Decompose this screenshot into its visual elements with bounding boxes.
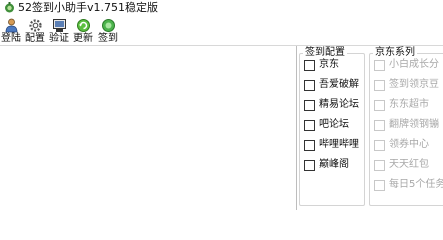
login-button[interactable]: 登陆 — [0, 17, 22, 45]
checkbox-box — [374, 120, 385, 131]
config-button-label: 配置 — [25, 33, 45, 44]
checkbox-label: 精易论坛 — [319, 99, 359, 110]
settings-panel: 签到配置 京东 吾爱破解 精易论坛 吧论坛 哔哩哔哩 巅峰阁 京东系列 小白成长… — [297, 46, 443, 210]
window-title: 52签到小助手v1.751稳定版 — [18, 1, 158, 14]
verify-icon — [52, 19, 66, 32]
checkbox-box — [374, 160, 385, 171]
checkbox-box — [374, 180, 385, 191]
log-output-area[interactable] — [0, 46, 297, 210]
signin-config-title: 签到配置 — [303, 46, 347, 59]
user-icon — [5, 18, 17, 33]
checkin-button-label: 签到 — [98, 33, 118, 44]
checkbox-box[interactable] — [304, 60, 315, 71]
jd-series-title: 京东系列 — [373, 46, 417, 59]
checkbox-label: 天天红包 — [389, 159, 429, 170]
checkbox-box[interactable] — [304, 140, 315, 151]
checkbox-label: 签到领京豆 — [389, 79, 439, 90]
checkbox-box — [374, 140, 385, 151]
app-icon — [5, 2, 14, 13]
refresh-icon — [76, 19, 90, 32]
gear-icon — [28, 19, 42, 32]
checkbox-box[interactable] — [304, 100, 315, 111]
jd-series-group: 京东系列 小白成长分 签到领京豆 东东超市 翻牌领钢镚 领券中心 天天红包 每日… — [369, 46, 443, 206]
verify-button[interactable]: 验证 — [48, 17, 70, 45]
checkbox-label: 哔哩哔哩 — [319, 139, 359, 150]
checkbox-label: 东东超市 — [389, 99, 429, 110]
toolbar: 登陆 配置 验证 更新 签到 — [0, 17, 443, 46]
checkbox-label: 每日5个任务 f — [389, 179, 443, 190]
update-button[interactable]: 更新 — [72, 17, 94, 45]
checkin-icon — [101, 19, 115, 32]
update-button-label: 更新 — [73, 33, 93, 44]
checkbox-label: 京东 — [319, 59, 339, 70]
checkin-button[interactable]: 签到 — [96, 17, 120, 45]
checkbox-box — [374, 80, 385, 91]
config-button[interactable]: 配置 — [24, 17, 46, 45]
checkbox-box — [374, 100, 385, 111]
login-button-label: 登陆 — [1, 33, 21, 44]
checkbox-label: 巅峰阁 — [319, 159, 349, 170]
checkbox-box[interactable] — [304, 160, 315, 171]
checkbox-label: 吧论坛 — [319, 119, 349, 130]
checkbox-label: 吾爱破解 — [319, 79, 359, 90]
title-bar: 52签到小助手v1.751稳定版 — [0, 0, 443, 16]
checkbox-label: 翻牌领钢镚 — [389, 119, 439, 130]
verify-button-label: 验证 — [49, 33, 69, 44]
signin-config-group: 签到配置 京东 吾爱破解 精易论坛 吧论坛 哔哩哔哩 巅峰阁 — [299, 46, 365, 206]
checkbox-label: 小白成长分 — [389, 59, 439, 70]
checkbox-box[interactable] — [304, 120, 315, 131]
checkbox-box[interactable] — [304, 80, 315, 91]
checkbox-label: 领券中心 — [389, 139, 429, 150]
checkbox-box — [374, 60, 385, 71]
